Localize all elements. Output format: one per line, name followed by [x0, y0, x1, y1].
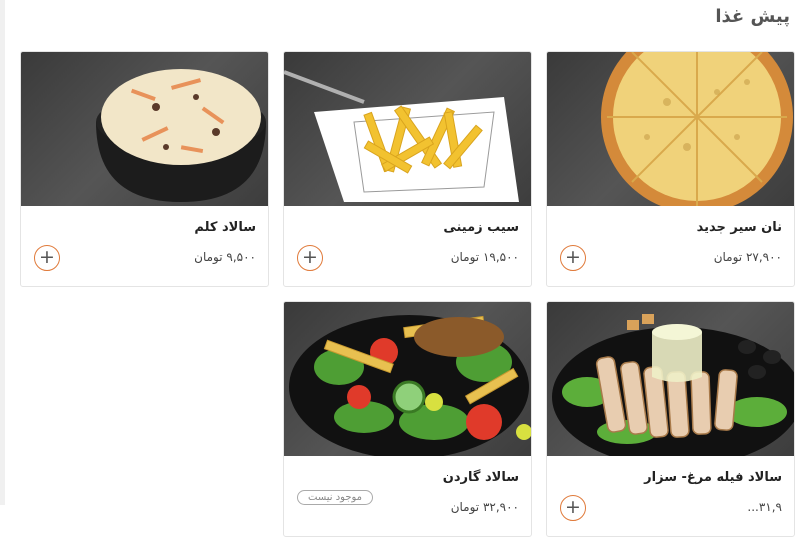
product-card[interactable]: سیب زمینی ۱۹,۵۰۰ تومان + — [283, 51, 532, 287]
price-currency: تومان — [450, 250, 480, 264]
product-price: ۳۲,۹۰۰ تومان — [451, 500, 519, 514]
price-currency: تومان — [194, 250, 223, 264]
price-value: ۳۱,۹... — [747, 500, 782, 514]
product-price: ۳۱,۹... — [747, 500, 782, 514]
product-card[interactable]: سالاد کلم ۹,۵۰۰ تومان + — [20, 51, 269, 287]
product-card[interactable]: نان سیر جدید ۲۷,۹۰۰ تومان + — [546, 51, 795, 287]
product-name: سالاد فیله مرغ- سزار — [644, 470, 782, 485]
price-currency: تومان — [450, 500, 480, 514]
add-to-cart-button[interactable]: + — [297, 245, 323, 271]
price-value: ۱۹,۵۰۰ — [482, 250, 519, 264]
left-divider — [0, 0, 5, 505]
add-to-cart-button[interactable]: + — [560, 495, 586, 521]
product-image — [547, 52, 794, 206]
price-value: ۲۷,۹۰۰ — [745, 250, 782, 264]
product-image — [547, 302, 794, 456]
product-price: ۹,۵۰۰ تومان — [194, 250, 256, 264]
product-card[interactable]: سالاد فیله مرغ- سزار ۳۱,۹... + — [546, 301, 795, 537]
product-price: ۲۷,۹۰۰ تومان — [714, 250, 782, 264]
product-name: سیب زمینی — [443, 220, 519, 235]
price-value: ۳۲,۹۰۰ — [482, 500, 519, 514]
product-name: نان سیر جدید — [696, 220, 782, 235]
product-name: سالاد کلم — [194, 220, 256, 235]
product-price: ۱۹,۵۰۰ تومان — [451, 250, 519, 264]
product-image — [21, 52, 268, 206]
price-currency: تومان — [713, 250, 743, 264]
add-to-cart-button[interactable]: + — [560, 245, 586, 271]
product-image — [284, 52, 531, 206]
product-card[interactable]: سالاد گاردن ۳۲,۹۰۰ تومان موجود نیست — [283, 301, 532, 537]
product-image — [284, 302, 531, 456]
section-title: پیش غذا — [715, 6, 790, 27]
price-value: ۹,۵۰۰ — [226, 250, 256, 264]
status-badge: موجود نیست — [297, 490, 374, 505]
add-to-cart-button[interactable]: + — [34, 245, 60, 271]
product-name: سالاد گاردن — [442, 470, 519, 485]
